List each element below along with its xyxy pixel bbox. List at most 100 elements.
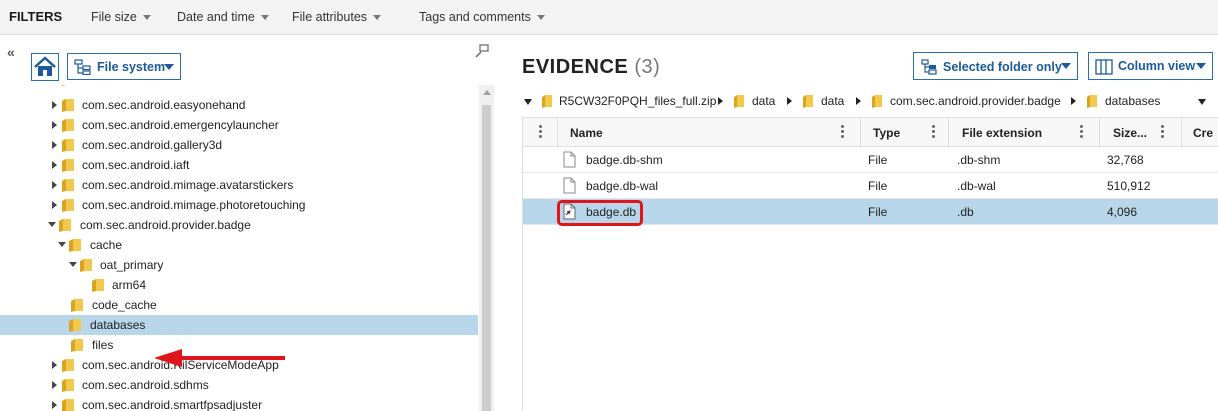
collapse-arrow-icon[interactable]: [58, 242, 66, 247]
folder-icon: [62, 119, 74, 132]
breadcrumb-item[interactable]: R5CW32F0PQH_files_full.zip: [559, 94, 716, 108]
folder-icon: [62, 85, 66, 86]
column-header-file-extension[interactable]: File extension: [949, 118, 1100, 148]
scrollbar-thumb[interactable]: [482, 105, 491, 411]
expand-arrow-icon[interactable]: [52, 361, 57, 369]
breadcrumb-item[interactable]: data: [752, 94, 775, 108]
chevron-down-icon: [164, 64, 174, 70]
left-panel: « File system com.sec.android.easyonehan…: [0, 36, 495, 411]
chevron-right-icon: [787, 97, 792, 105]
tree-item-emergencylauncher[interactable]: com.sec.android.emergencylauncher: [0, 115, 478, 135]
filter-tags-comments[interactable]: Tags and comments: [419, 10, 545, 24]
tree-item-label: cache: [90, 238, 123, 252]
chevron-right-icon: [718, 97, 723, 105]
table-row[interactable]: badge.db-wal File .db-wal 510,912: [523, 173, 1218, 199]
column-header-options[interactable]: [523, 118, 558, 148]
tree-item-arm64[interactable]: arm64: [0, 275, 478, 295]
tree-item-label: com.sec.android.provider.badge: [80, 218, 251, 232]
chevron-down-icon[interactable]: [524, 99, 532, 105]
tree-item-code-cache[interactable]: code_cache: [0, 295, 478, 315]
tree-item-gallery3d[interactable]: com.sec.android.gallery3d: [0, 135, 478, 155]
column-label: Cre: [1193, 126, 1214, 140]
collapse-arrow-icon[interactable]: [69, 262, 77, 267]
collapse-panel-icon[interactable]: «: [7, 44, 15, 60]
kebab-icon[interactable]: [1080, 125, 1083, 139]
column-header-created[interactable]: Cre: [1182, 118, 1218, 148]
column-header-size[interactable]: Size...: [1100, 118, 1182, 148]
folder-scope-dropdown[interactable]: Selected folder only: [913, 52, 1078, 80]
folder-icon: [71, 299, 83, 312]
folder-icon: [69, 319, 81, 332]
red-arrow-annotation-icon: [154, 349, 285, 367]
filter-label: File attributes: [292, 10, 368, 24]
folder-scope-label: Selected folder only: [943, 60, 1062, 74]
tree-item-label: code_cache: [92, 298, 157, 312]
expand-arrow-icon[interactable]: [52, 141, 57, 149]
tree-item-easyonehand[interactable]: com.sec.android.easyonehand: [0, 95, 478, 115]
folder-icon: [62, 159, 74, 172]
expand-arrow-icon[interactable]: [52, 201, 57, 209]
filter-file-attributes[interactable]: File attributes: [292, 10, 382, 24]
tree-item-label: files: [92, 338, 114, 352]
column-view-icon: [1095, 59, 1113, 75]
expand-arrow-icon[interactable]: [52, 181, 57, 189]
folder-icon: [542, 95, 552, 108]
folder-open-icon: [80, 259, 92, 272]
filter-file-size[interactable]: File size: [91, 10, 151, 24]
breadcrumb-item[interactable]: databases: [1105, 94, 1160, 108]
chevron-down-icon: [1196, 63, 1206, 69]
kebab-icon[interactable]: [1161, 125, 1164, 139]
tree-item-oat-primary[interactable]: oat_primary: [0, 255, 478, 275]
column-label: Type: [873, 126, 901, 140]
kebab-icon[interactable]: [932, 125, 935, 139]
breadcrumb-item[interactable]: com.sec.android.provider.badge: [890, 94, 1061, 108]
expand-arrow-icon[interactable]: [52, 161, 57, 169]
expand-arrow-icon[interactable]: [52, 401, 57, 409]
home-icon: [34, 56, 56, 76]
tree-item-provider-badge[interactable]: com.sec.android.provider.badge: [0, 215, 478, 235]
expand-arrow-icon[interactable]: [52, 381, 57, 389]
tree-icon: [921, 59, 937, 75]
tree-item-photoretouching[interactable]: com.sec.android.mimage.photoretouching: [0, 195, 478, 215]
tree-item-sdhms[interactable]: com.sec.android.sdhms: [0, 375, 478, 395]
view-selector-dropdown[interactable]: File system: [67, 53, 181, 80]
column-header-type[interactable]: Type: [861, 118, 949, 148]
filter-date-time[interactable]: Date and time: [177, 10, 269, 24]
home-button[interactable]: [31, 53, 59, 81]
folder-icon: [872, 95, 882, 108]
tree-item[interactable]: [0, 85, 478, 89]
chevron-down-icon[interactable]: [1198, 99, 1206, 105]
chevron-down-icon: [536, 15, 545, 21]
table-row-selected[interactable]: badge.db File .db 4,096: [523, 199, 1218, 226]
file-type: File: [868, 179, 888, 193]
evidence-count: (3): [634, 56, 661, 78]
expand-arrow-icon[interactable]: [52, 101, 57, 109]
filter-bar: FILTERS File size Date and time File att…: [0, 0, 1218, 35]
file-extension: .db: [957, 205, 974, 219]
tree-item-cache[interactable]: cache: [0, 235, 478, 255]
folder-icon: [92, 279, 104, 292]
view-mode-dropdown[interactable]: Column view: [1088, 52, 1213, 80]
file-size: 510,912: [1107, 179, 1151, 193]
filter-label: File size: [91, 10, 137, 24]
table-row[interactable]: badge.db-shm File .db-shm 32,768: [523, 147, 1218, 173]
folder-icon: [734, 95, 744, 108]
tree-item-label: com.sec.android.sdhms: [82, 378, 209, 392]
expand-arrow-icon[interactable]: [52, 121, 57, 129]
kebab-icon[interactable]: [539, 125, 542, 139]
tree-item-label: arm64: [112, 278, 147, 292]
breadcrumb-item[interactable]: data: [821, 94, 844, 108]
tree-item-iaft[interactable]: com.sec.android.iaft: [0, 155, 478, 175]
collapse-arrow-icon[interactable]: [48, 222, 56, 227]
breadcrumb: R5CW32F0PQH_files_full.zip data data com…: [522, 91, 1218, 113]
column-header-name[interactable]: Name: [558, 118, 861, 148]
pin-icon[interactable]: [475, 44, 489, 58]
tree-item-avatarstickers[interactable]: com.sec.android.mimage.avatarstickers: [0, 175, 478, 195]
tree-item-databases[interactable]: databases: [0, 315, 478, 335]
folder-icon: [62, 199, 74, 212]
tree-item-smartfpsadjuster[interactable]: com.sec.android.smartfpsadjuster: [0, 395, 478, 411]
scroll-up-icon[interactable]: [483, 90, 491, 95]
tree-scrollbar[interactable]: [479, 85, 494, 411]
kebab-icon[interactable]: [841, 125, 844, 139]
folder-icon: [1087, 95, 1097, 108]
